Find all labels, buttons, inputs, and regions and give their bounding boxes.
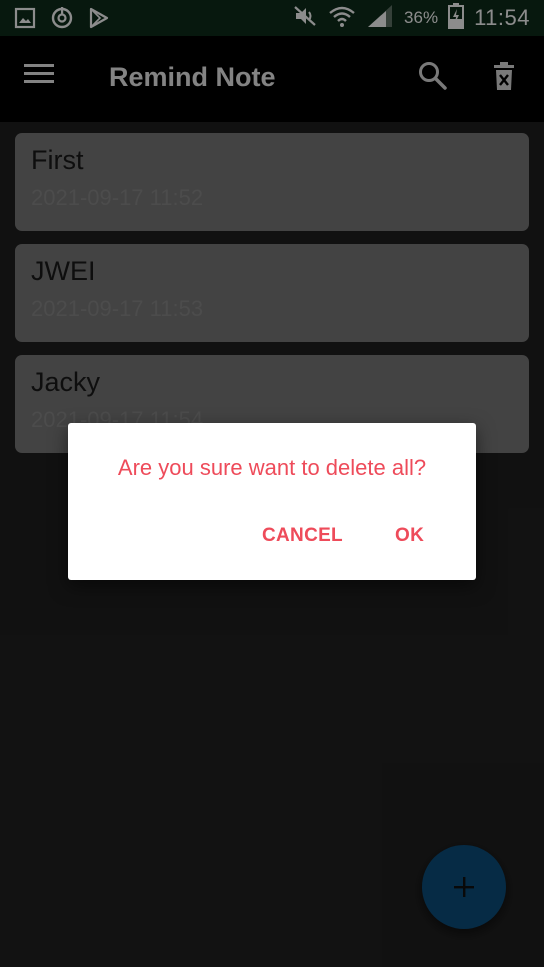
dialog-message: Are you sure want to delete all? [117,455,427,480]
delete-confirm-dialog: Are you sure want to delete all? CANCEL … [68,423,476,580]
ok-button[interactable]: OK [395,525,424,547]
cancel-button[interactable]: CANCEL [262,525,343,547]
